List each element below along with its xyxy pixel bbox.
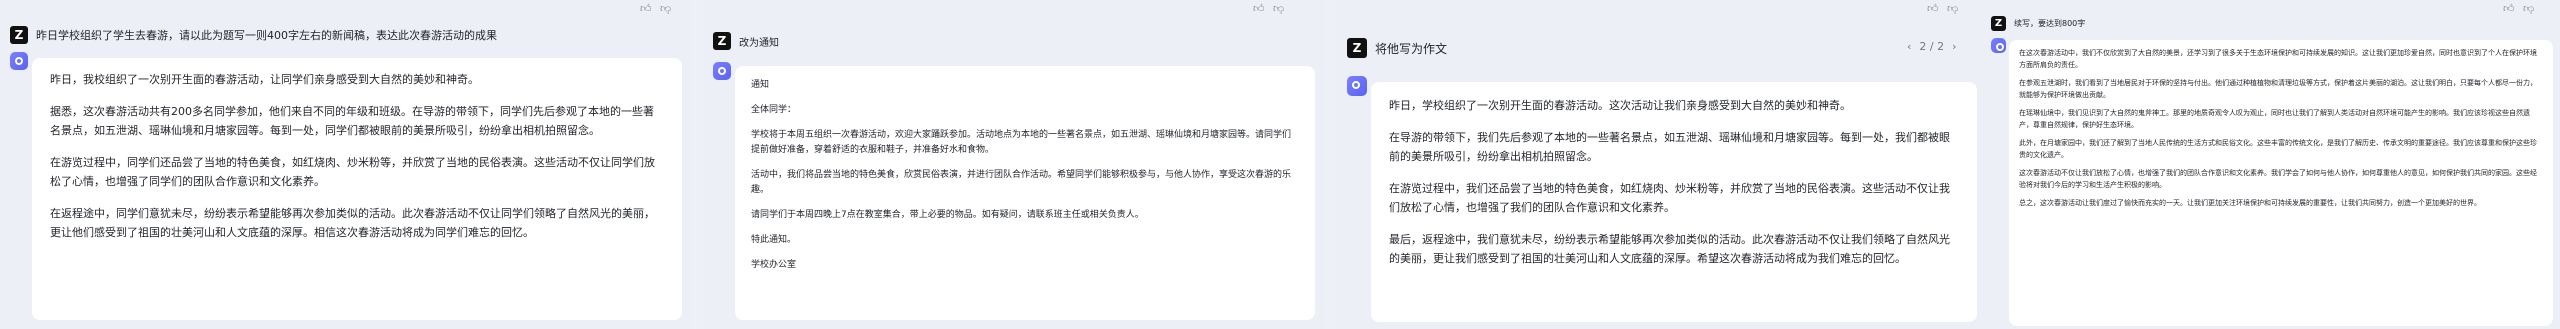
assistant-avatar-icon (10, 52, 28, 70)
thumbs-up-icon[interactable]: 👍︎ (2503, 3, 2515, 14)
reply-paragraph: 学校将于本周五组织一次春游活动，欢迎大家踊跃参加。活动地点为本地的一些著名景点，… (751, 130, 1292, 155)
chat-panel-4: 👍︎ 👎︎ Z 续写，要达到800字 在这次春游活动中，我们不仅欣赏到了大自然的… (1983, 0, 2560, 329)
assistant-avatar-icon (713, 62, 731, 80)
message-actions: 👍︎ 👎︎ (1253, 3, 1284, 14)
reply-paragraph: 昨日，学校组织了一次别开生面的春游活动。这次活动让我们亲身感受到大自然的美妙和神… (1389, 99, 1851, 112)
reply-paragraph: 在游览过程中，同学们还品尝了当地的特色美食，如红烧肉、炒米粉等，并欣赏了当地的民… (50, 156, 655, 188)
reply-paragraph: 活动中，我们将品尝当地的特色美食，欣赏民俗表演，并进行团队合作活动。希望同学们能… (751, 170, 1292, 195)
assistant-avatar-icon (1347, 76, 1367, 96)
user-question: 将他写为作文 (1375, 41, 1448, 56)
assistant-reply-card: 昨日，学校组织了一次别开生面的春游活动。这次活动让我们亲身感受到大自然的美妙和神… (1371, 82, 1977, 322)
thumbs-up-icon[interactable]: 👍︎ (640, 3, 652, 14)
notice-title: 通知 (751, 80, 770, 90)
reply-paragraph: 在返程途中，同学们意犹未尽，纷纷表示希望能够再次参加类似的活动。此次春游活动不仅… (50, 207, 655, 239)
thumbs-up-icon[interactable]: 👍︎ (1927, 3, 1939, 14)
user-message: Z 将他写为作文 (1347, 38, 1447, 58)
chat-panel-1: 👍︎ 👎︎ Z 昨日学校组织了学生去春游，请以此为题写一则400字左右的新闻稿，… (0, 0, 691, 329)
assistant-reply-card: 在这次春游活动中，我们不仅欣赏到了大自然的美景，还学习到了很多关于生态环境保护和… (2009, 40, 2553, 326)
reply-paragraph: 在参观五泄湖时，我们看到了当地居民对于环保的坚持与付出。他们通过种植植物和清理垃… (2019, 79, 2537, 99)
user-message: Z 续写，要达到800字 (1991, 16, 2085, 31)
reply-paragraph: 这次春游活动不仅让我们放松了心情，也增强了我们的团队合作意识和文化素养。我们学会… (2019, 169, 2537, 189)
chevron-right-icon[interactable]: › (1952, 40, 1956, 53)
message-actions: 👍︎ 👎︎ (640, 3, 671, 14)
reply-paragraph: 在瑶琳仙境中，我们见识到了大自然的鬼斧神工。那里的地质奇观令人叹为观止，同时也让… (2019, 109, 2530, 129)
user-question: 续写，要达到800字 (2014, 19, 2086, 28)
message-actions: 👍︎ 👎︎ (2503, 3, 2534, 14)
user-logo-icon: Z (1991, 16, 2006, 31)
notice-closing: 特此通知。 (751, 235, 797, 245)
user-message: Z 昨日学校组织了学生去春游，请以此为题写一则400字左右的新闻稿，表达此次春游… (10, 26, 497, 44)
reply-paragraph: 最后，返程途中，我们意犹未尽，纷纷表示希望能够再次参加类似的活动。此次春游活动不… (1389, 233, 1950, 265)
thumbs-up-icon[interactable]: 👍︎ (1253, 3, 1265, 14)
user-logo-icon: Z (1347, 38, 1367, 58)
thumbs-down-icon[interactable]: 👎︎ (2523, 3, 2534, 14)
reply-paragraph: 在这次春游活动中，我们不仅欣赏到了大自然的美景，还学习到了很多关于生态环境保护和… (2019, 49, 2537, 69)
assistant-reply-card: 昨日，我校组织了一次别开生面的春游活动，让同学们亲身感受到大自然的美妙和神奇。 … (32, 58, 682, 320)
reply-paragraph: 此外，在月塘家园中，我们还了解到了当地人民传统的生活方式和民俗文化。这些丰富的传… (2019, 139, 2537, 159)
pager-label: 2 / 2 (1919, 40, 1945, 53)
thumbs-down-icon[interactable]: 👎︎ (1273, 3, 1284, 14)
user-question: 改为通知 (739, 37, 779, 49)
user-question: 昨日学校组织了学生去春游，请以此为题写一则400字左右的新闻稿，表达此次春游活动… (36, 29, 497, 42)
chevron-left-icon[interactable]: ‹ (1907, 40, 1911, 53)
thumbs-down-icon[interactable]: 👎︎ (1947, 3, 1958, 14)
assistant-avatar-icon (1991, 38, 2006, 53)
screenshot-strip: 👍︎ 👎︎ Z 昨日学校组织了学生去春游，请以此为题写一则400字左右的新闻稿，… (0, 0, 2560, 329)
chat-panel-3: 👍︎ 👎︎ Z 将他写为作文 ‹ 2 / 2 › 昨日，学校组织了一次别开生面的… (1337, 0, 1983, 329)
chat-panel-2: 👍︎ 👎︎ Z 改为通知 通知 全体同学： 学校将于本周五组织一次春游活动，欢迎… (703, 0, 1325, 329)
reply-paragraph: 在游览过程中，我们还品尝了当地的特色美食，如红烧肉、炒米粉等，并欣赏了当地的民俗… (1389, 182, 1950, 214)
reply-paragraph: 总之，这次春游活动让我们度过了愉快而充实的一天。让我们更加关注环境保护和可持续发… (2019, 199, 2481, 207)
assistant-reply-card: 通知 全体同学： 学校将于本周五组织一次春游活动，欢迎大家踊跃参加。活动地点为本… (735, 66, 1315, 320)
notice-signature: 学校办公室 (751, 260, 797, 270)
user-logo-icon: Z (10, 26, 28, 44)
user-message: Z 改为通知 (713, 32, 779, 50)
thumbs-down-icon[interactable]: 👎︎ (660, 3, 671, 14)
reply-paragraph: 昨日，我校组织了一次别开生面的春游活动，让同学们亲身感受到大自然的美妙和神奇。 (50, 73, 479, 86)
user-logo-icon: Z (713, 32, 731, 50)
message-actions: 👍︎ 👎︎ (1927, 3, 1958, 14)
notice-salutation: 全体同学： (751, 105, 797, 115)
reply-paragraph: 据悉，这次春游活动共有200多名同学参加，他们来自不同的年级和班级。在导游的带领… (50, 105, 654, 137)
reply-paragraph: 在导游的带领下，我们先后参观了本地的一些著名景点，如五泄湖、瑶琳仙境和月塘家园等… (1389, 131, 1950, 163)
reply-paragraph: 请同学们于本周四晚上7点在教室集合，带上必要的物品。如有疑问，请联系班主任或相关… (751, 210, 1144, 220)
response-pager: ‹ 2 / 2 › (1907, 40, 1957, 53)
